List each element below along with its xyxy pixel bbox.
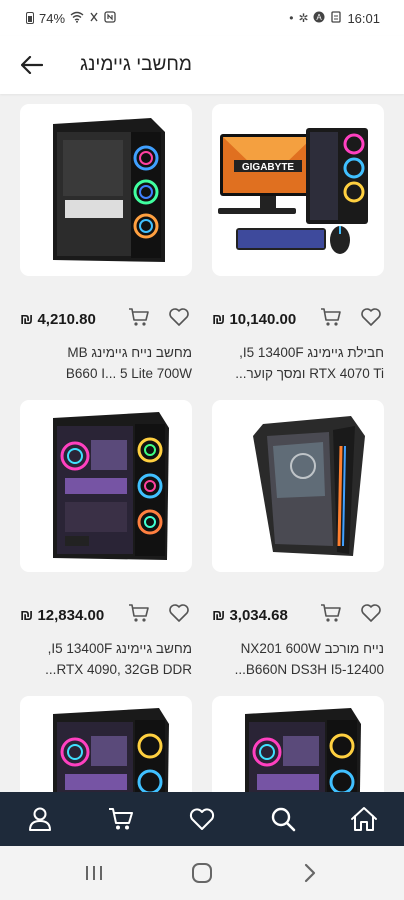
svg-text:A: A	[317, 13, 323, 22]
heart-icon	[189, 808, 215, 830]
cart-icon[interactable]	[320, 603, 342, 628]
product-card[interactable]: 3,034.68 ₪ נייח מורכב NX201 600W B660N D…	[212, 400, 384, 680]
product-price: 10,140.00 ₪	[212, 310, 297, 328]
product-title[interactable]: נייח מורכב NX201 600W B660N DS3H I5-1240…	[212, 638, 384, 680]
heart-icon[interactable]	[168, 603, 190, 628]
product-title-line: RTX 4070 Ti ומסך קוער...	[235, 366, 384, 381]
heart-icon[interactable]	[168, 307, 190, 332]
cart-icon[interactable]	[320, 307, 342, 332]
heart-icon[interactable]	[360, 603, 382, 628]
gear-icon: ✲	[298, 11, 309, 25]
sim-icon	[330, 11, 342, 25]
home-icon	[350, 807, 377, 831]
action-icons	[128, 307, 190, 332]
product-title[interactable]: חבילת גיימינג I5 13400F, RTX 4070 Ti ומס…	[212, 342, 384, 384]
battery-percent: 74%	[39, 10, 66, 26]
card-actions: 12,834.00 ₪	[20, 600, 192, 630]
card-actions: 4,210.80 ₪	[20, 304, 192, 334]
product-price: 4,210.80 ₪	[20, 310, 96, 328]
product-card[interactable]: 4,210.80 ₪ מחשב נייח גיימינג MB B660 I..…	[20, 104, 192, 384]
card-actions: 10,140.00 ₪	[212, 304, 384, 334]
system-nav-bar	[0, 846, 404, 900]
product-price: 3,034.68 ₪	[212, 606, 288, 624]
product-price: 12,834.00 ₪	[20, 606, 105, 624]
bottom-nav	[0, 792, 404, 846]
product-card[interactable]	[212, 696, 384, 792]
nav-profile-button[interactable]	[20, 799, 60, 839]
cart-icon[interactable]	[128, 307, 150, 332]
arrow-left-icon	[21, 56, 43, 74]
status-left: 74%	[26, 11, 116, 26]
product-image[interactable]	[20, 400, 192, 572]
product-card[interactable]: 12,834.00 ₪ מחשב גיימינג I5 13400F, RTX …	[20, 400, 192, 680]
recent-apps-icon	[86, 866, 102, 880]
status-right: • ✲ A 16:01	[289, 11, 380, 26]
action-icons	[128, 603, 190, 628]
product-title-line: חבילת גיימינג I5 13400F,	[239, 345, 384, 360]
heart-icon[interactable]	[360, 307, 382, 332]
product-title-line: RTX 4090, 32GB DDR...	[45, 662, 192, 677]
nav-favorites-button[interactable]	[182, 799, 222, 839]
cart-icon[interactable]	[128, 603, 150, 628]
chevron-right-icon	[304, 863, 316, 883]
nav-home-button[interactable]	[344, 799, 384, 839]
page-title: מחשבי גיימינג	[80, 54, 192, 75]
back-button[interactable]	[18, 51, 46, 79]
app-header: מחשבי גיימינג	[0, 36, 404, 94]
product-card[interactable]: GIGABYTE 10,140.00 ₪ חבילת גיימינג I5 13…	[212, 104, 384, 384]
product-image[interactable]	[20, 104, 192, 276]
app-icon: A	[313, 11, 325, 25]
battery-icon	[26, 12, 34, 24]
back-system-button[interactable]	[290, 853, 330, 893]
svg-text:GIGABYTE: GIGABYTE	[242, 162, 295, 173]
product-title[interactable]: מחשב גיימינג I5 13400F, RTX 4090, 32GB D…	[20, 638, 192, 680]
product-title-line: נייח מורכב NX201 600W	[240, 641, 384, 656]
card-actions: 3,034.68 ₪	[212, 600, 384, 630]
product-image[interactable]	[20, 696, 192, 792]
home-circle-icon	[192, 863, 212, 883]
product-title-line: B660N DS3H I5-12400...	[234, 662, 384, 677]
nav-cart-button[interactable]	[101, 799, 141, 839]
wifi-icon	[70, 11, 84, 25]
user-icon	[29, 807, 52, 831]
product-title-line: B660 I... 5 Lite 700W	[65, 366, 192, 381]
product-title-line: מחשב נייח גיימינג MB	[67, 345, 192, 360]
product-title[interactable]: מחשב נייח גיימינג MB B660 I... 5 Lite 70…	[20, 342, 192, 384]
nfc-icon	[104, 11, 116, 25]
action-icons	[320, 603, 382, 628]
product-image[interactable]	[212, 696, 384, 792]
status-bar: 74% • ✲ A 16:01	[0, 0, 404, 36]
product-card[interactable]	[20, 696, 192, 792]
nav-search-button[interactable]	[263, 799, 303, 839]
recent-apps-button[interactable]	[74, 853, 114, 893]
product-image[interactable]: GIGABYTE	[212, 104, 384, 276]
home-system-button[interactable]	[182, 853, 222, 893]
product-title-line: מחשב גיימינג I5 13400F,	[47, 641, 192, 656]
mute-icon	[89, 11, 99, 25]
clock: 16:01	[347, 10, 380, 26]
search-icon	[271, 807, 296, 832]
product-grid: GIGABYTE 10,140.00 ₪ חבילת גיימינג I5 13…	[0, 94, 404, 792]
cart-icon	[109, 808, 134, 830]
action-icons	[320, 307, 382, 332]
product-image[interactable]	[212, 400, 384, 572]
dot-icon: •	[289, 11, 294, 25]
